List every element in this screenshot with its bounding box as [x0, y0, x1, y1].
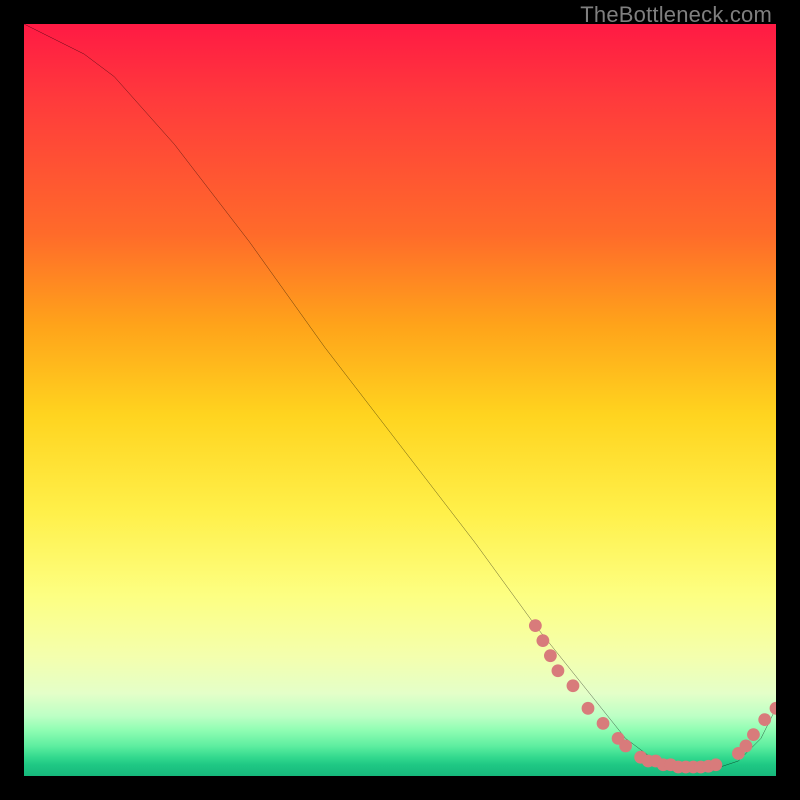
- plot-area: [24, 24, 776, 776]
- chart-stage: TheBottleneck.com: [0, 0, 800, 800]
- heatmap-background: [24, 24, 776, 776]
